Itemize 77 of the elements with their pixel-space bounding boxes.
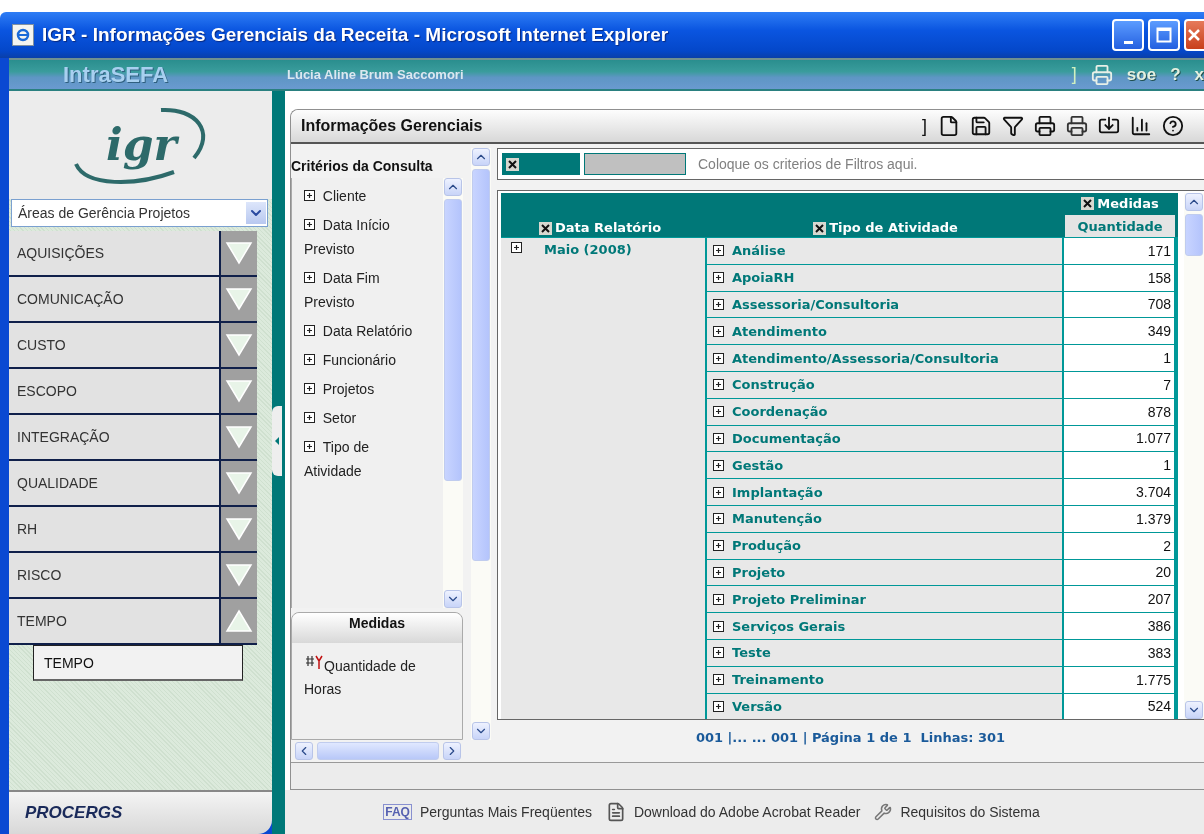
table-cell: 1: [1064, 345, 1174, 371]
footer-link[interactable]: Download do Adobe Acrobat Reader: [633, 804, 861, 820]
table-cell: 207: [1064, 586, 1174, 613]
table-cell: 3.704: [1064, 479, 1174, 505]
activity-label: Análise: [732, 243, 786, 259]
section-header[interactable]: AQUISIÇÕES: [9, 231, 221, 275]
table-cell: 386: [1064, 613, 1174, 639]
section-header[interactable]: INTEGRAÇÃO: [9, 415, 221, 459]
section-header[interactable]: RISCO: [9, 553, 221, 597]
table-cell: 1.775: [1064, 666, 1174, 693]
activity-label: Versão: [732, 698, 783, 714]
table-cell: 524: [1064, 693, 1174, 719]
table-cell: 349: [1064, 318, 1174, 345]
column-header[interactable]: Tipo de Atividade: [829, 220, 958, 235]
activity-label: Coordenação: [732, 404, 828, 420]
user-name: Lúcia Aline Brum Saccomori: [286, 67, 465, 82]
activity-label: Treinamento: [732, 672, 824, 688]
table-cell: 1: [1064, 452, 1174, 479]
criteria-item[interactable]: Cliente: [304, 184, 429, 208]
header-marker: ]: [1071, 64, 1077, 85]
table-cell: 878: [1064, 398, 1174, 425]
column-header[interactable]: Data Relatório: [555, 220, 662, 235]
activity-label: Documentação: [732, 430, 841, 446]
table-cell: 7: [1064, 372, 1174, 398]
activity-label: Atendimento: [732, 323, 827, 339]
section-header[interactable]: RH: [9, 507, 221, 551]
activity-label: Projeto Preliminar: [732, 591, 866, 607]
criteria-title: Critérios da Consulta: [291, 157, 434, 176]
filter-input[interactable]: Coloque os criterios de Filtros aqui.: [696, 155, 1204, 173]
section-item[interactable]: TEMPO: [33, 645, 243, 681]
footer-link[interactable]: Perguntas Mais Freqüentes: [419, 804, 592, 820]
activity-label: Produção: [732, 538, 801, 554]
activity-label: Construção: [732, 377, 815, 393]
activity-label: Serviços Gerais: [732, 618, 846, 634]
table-cell: 708: [1064, 291, 1174, 318]
area-select[interactable]: Áreas de Gerência Projetos: [11, 199, 268, 227]
criteria-item[interactable]: Setor: [304, 406, 429, 430]
row-group-label: Maio (2008): [544, 242, 632, 257]
activity-label: Assessoria/Consultoria: [732, 297, 900, 312]
footer-link[interactable]: Requisitos do Sistema: [900, 804, 1040, 820]
section-header[interactable]: ESCOPO: [9, 369, 221, 413]
measures-header[interactable]: Medidas: [1097, 195, 1159, 211]
criteria-item[interactable]: Data Início Previsto: [304, 213, 429, 261]
measures-title: Medidas: [292, 613, 462, 643]
criteria-item[interactable]: Data Relatório: [304, 319, 429, 343]
activity-label: Projeto: [732, 564, 786, 580]
table-cell: 383: [1064, 639, 1174, 666]
criteria-item[interactable]: Data Fim Previsto: [304, 266, 429, 314]
activity-label: Gestão: [732, 457, 784, 473]
table-cell: 1.077: [1064, 425, 1174, 452]
activity-label: Implantação: [732, 484, 823, 500]
section-header[interactable]: CUSTO: [9, 323, 221, 367]
table-cell: 171: [1064, 238, 1174, 264]
table-cell: 1.379: [1064, 505, 1174, 532]
pager: 001 |... ... 001 | Página 1 de 1 Linhas: 301: [694, 728, 1007, 747]
brand-logo: IntraSEFA: [62, 61, 170, 88]
activity-label: Teste: [732, 645, 771, 661]
activity-label: Atendimento/Assessoria/Consultoria: [732, 350, 999, 366]
toolbar-marker: ]: [922, 115, 927, 137]
section-header[interactable]: TEMPO: [9, 599, 221, 643]
criteria-item[interactable]: Tipo de Atividade: [304, 435, 429, 483]
measure-header: Quantidade: [1065, 215, 1175, 237]
section-header[interactable]: COMUNICAÇÃO: [9, 277, 221, 321]
table-cell: 2: [1064, 532, 1174, 559]
activity-label: ApoiaRH: [732, 270, 795, 286]
panel-title: Informações Gerenciais: [301, 117, 484, 135]
criteria-item[interactable]: Projetos: [304, 377, 429, 401]
table-cell: 20: [1064, 559, 1174, 586]
faq-icon[interactable]: FAQ: [383, 804, 412, 820]
measure-item[interactable]: Quantidade de Horas: [292, 643, 462, 701]
vendor-logo: PROCERGS: [25, 803, 123, 823]
criteria-item[interactable]: Funcionário: [304, 348, 429, 372]
logo-drawing: igr: [65, 102, 216, 188]
table-cell: 158: [1064, 264, 1174, 291]
activity-label: Manutenção: [732, 511, 822, 527]
section-header[interactable]: QUALIDADE: [9, 461, 221, 505]
window-title: IGR - Informações Gerenciais da Receita - Microsoft Internet Explorer: [42, 24, 670, 46]
